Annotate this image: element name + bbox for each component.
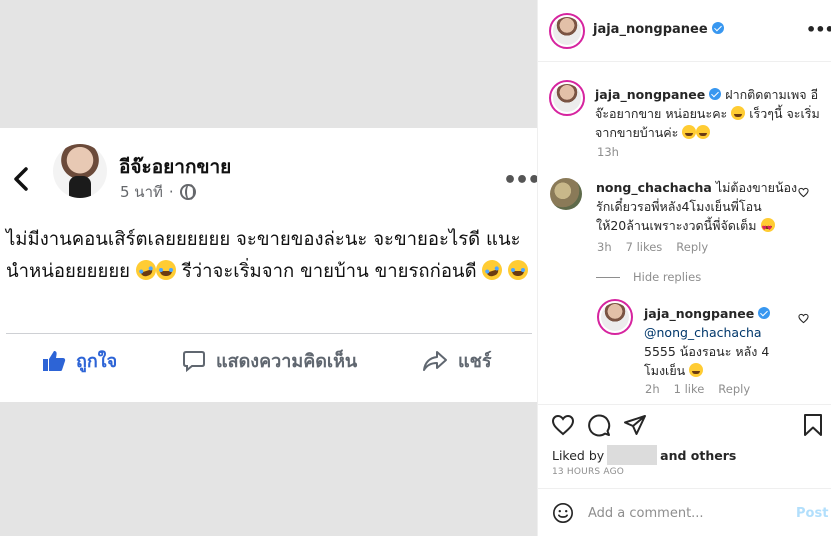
- page-avatar: [53, 144, 107, 198]
- caption: jaja_nongpanee ฝากติดตามเพจ อีจ๊ะอยากขาย…: [595, 85, 820, 142]
- reply-likes[interactable]: 1 like: [674, 382, 705, 396]
- globe-icon: [179, 184, 196, 200]
- post-meta: 5 นาที ·: [120, 180, 196, 204]
- caption-time: 13h: [597, 145, 619, 159]
- post-text: ไม่มีงานคอนเสิร์ตเลยยยยยย จะขายของล่ะนะ …: [6, 224, 534, 288]
- verified-icon: [709, 88, 722, 100]
- verified-icon: [711, 22, 724, 34]
- laughing-emoji-icon: [731, 106, 746, 120]
- more-options-icon[interactable]: •••: [806, 20, 831, 39]
- tears-of-joy-emoji-icon: [155, 260, 176, 280]
- commenter-avatar[interactable]: [550, 178, 582, 210]
- send-icon[interactable]: [623, 413, 647, 437]
- comment-icon[interactable]: [587, 413, 611, 437]
- reply-text: 5555 น้องรอนะ หลัง 4 โมงเย็น: [644, 344, 770, 378]
- divider: [6, 333, 532, 334]
- reply: jaja_nongpanee @nong_chachacha 5555 น้อง…: [644, 304, 794, 380]
- author-avatar[interactable]: [549, 13, 585, 49]
- laughing-emoji-icon: [689, 363, 704, 377]
- rofl-emoji-icon: [133, 257, 159, 283]
- post-header: jaja_nongpanee •••: [538, 0, 831, 62]
- caption-avatar[interactable]: [549, 80, 585, 116]
- instagram-post-view: อีจ๊ะอยากขาย 5 นาที · ••• ไม่มีงานคอนเสิ…: [0, 0, 831, 536]
- liked-by: Liked by and others: [552, 445, 736, 465]
- comment-time[interactable]: 3h: [597, 240, 612, 254]
- facebook-post-card: อีจ๊ะอยากขาย 5 นาที · ••• ไม่มีงานคอนเสิ…: [0, 128, 541, 402]
- reply-username[interactable]: jaja_nongpanee: [644, 306, 754, 321]
- smile-emoji-icon: [682, 125, 697, 139]
- heart-icon[interactable]: [798, 187, 809, 198]
- more-icon: •••: [503, 168, 541, 193]
- post-actions: Liked by and others 13 HOURS AGO: [538, 404, 831, 488]
- liked-by-prefix: Liked by: [552, 447, 605, 463]
- back-arrow-icon: [14, 167, 28, 191]
- meta-dot: ·: [168, 183, 174, 201]
- post-timestamp[interactable]: 13 HOURS AGO: [552, 467, 624, 477]
- comment-label: แสดงความคิดเห็น: [216, 351, 358, 372]
- liked-by-others[interactable]: and others: [660, 448, 736, 463]
- comment-bubble-icon: [183, 350, 205, 372]
- heart-icon[interactable]: [798, 313, 809, 324]
- page-name: อีจ๊ะอยากขาย: [119, 156, 232, 178]
- comment-action: แสดงความคิดเห็น: [182, 346, 357, 375]
- verified-icon: [758, 307, 771, 319]
- comment-input[interactable]: Add a comment...: [588, 506, 704, 521]
- comment: nong_chachacha ไม่ต้องขายน้องรักเดี๋ยวรอ…: [596, 178, 802, 238]
- reply-reply-button[interactable]: Reply: [718, 382, 750, 396]
- rofl-emoji-icon: [479, 257, 506, 283]
- like-thumb-icon: [43, 350, 66, 371]
- reply-avatar[interactable]: [597, 299, 633, 335]
- rofl-emoji-icon: [696, 125, 711, 139]
- share-action: แชร์: [422, 346, 492, 375]
- share-label: แชร์: [458, 351, 492, 372]
- bookmark-icon[interactable]: [801, 413, 825, 437]
- comment-likes[interactable]: 7 likes: [626, 240, 663, 254]
- reply-time[interactable]: 2h: [645, 382, 660, 396]
- post-sidebar: jaja_nongpanee ••• jaja_nongpanee ฝากติด…: [537, 0, 831, 536]
- post-text-line-2: รีว่าจะเริ่มจาก ขายบ้าน ขายรถก่อนดี: [181, 261, 477, 282]
- caption-username[interactable]: jaja_nongpanee: [595, 87, 705, 102]
- hide-replies-button[interactable]: Hide replies: [633, 270, 701, 284]
- caption-time-text[interactable]: 13h: [597, 145, 619, 159]
- author-username-text: jaja_nongpanee: [593, 22, 708, 37]
- emoji-icon[interactable]: [552, 502, 574, 524]
- author-username[interactable]: jaja_nongpanee: [593, 22, 724, 37]
- like-action: ถูกใจ: [42, 346, 117, 375]
- post-media[interactable]: อีจ๊ะอยากขาย 5 นาที · ••• ไม่มีงานคอนเสิ…: [0, 0, 541, 536]
- post-time: 5 นาที: [120, 183, 163, 201]
- share-arrow-icon: [423, 350, 447, 371]
- commenter-username[interactable]: nong_chachacha: [596, 180, 712, 195]
- facebook-actions: ถูกใจ แสดงความคิดเห็น แชร์: [0, 346, 537, 378]
- tears-of-joy-emoji-icon: [508, 260, 529, 280]
- heart-eyes-emoji-icon: [760, 218, 775, 238]
- blurred-username[interactable]: [607, 445, 658, 465]
- heart-icon[interactable]: [551, 413, 575, 437]
- comment-meta: 3h 7 likes Reply: [597, 240, 708, 254]
- reply-meta: 2h 1 like Reply: [645, 382, 750, 396]
- like-label: ถูกใจ: [76, 351, 118, 372]
- reply-mention[interactable]: @nong_chachacha: [644, 325, 762, 340]
- add-comment-bar: Add a comment... Post: [538, 488, 831, 536]
- comment-reply-button[interactable]: Reply: [676, 240, 708, 254]
- replies-divider: [596, 277, 620, 278]
- post-button[interactable]: Post: [796, 506, 828, 521]
